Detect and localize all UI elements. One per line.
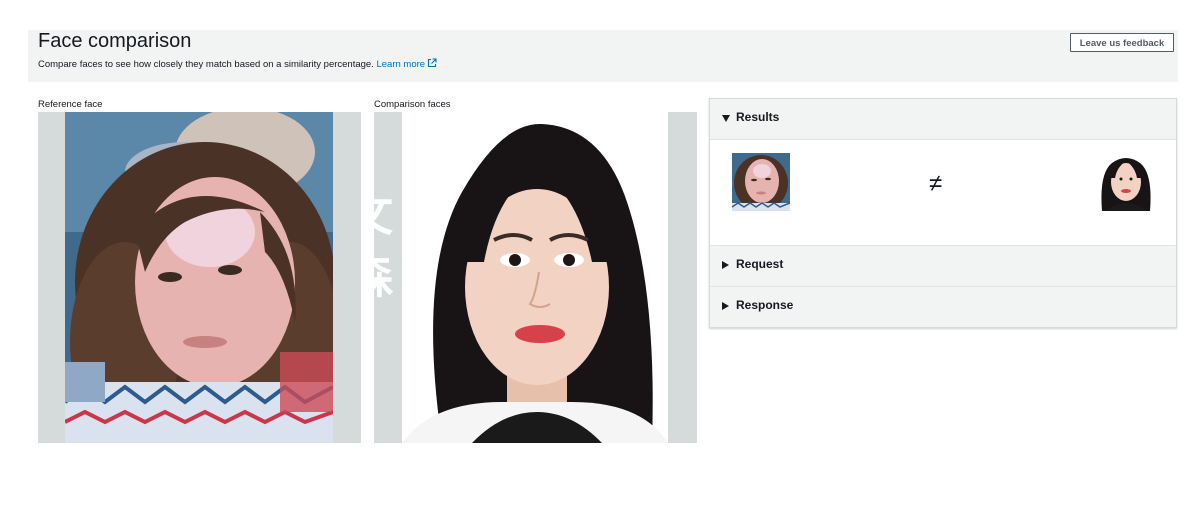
reference-face-photo (65, 112, 333, 443)
results-panel: Results ≠ Request Response (709, 98, 1177, 328)
learn-more-link[interactable]: Learn more (376, 58, 437, 70)
comparison-face-photo (402, 112, 668, 443)
comparison-face-image (402, 112, 668, 443)
reference-face-label: Reference face (38, 99, 103, 110)
comparison-faces-label: Comparison faces (374, 99, 451, 110)
external-link-icon (428, 58, 437, 68)
watermark-text: 文 森 (374, 190, 394, 299)
results-section-label: Results (736, 110, 780, 124)
comparison-thumb-photo (1097, 153, 1155, 211)
results-section-header[interactable]: Results (710, 99, 1176, 139)
comparison-face-thumbnail (1097, 153, 1155, 211)
page-header: Face comparison Compare faces to see how… (28, 30, 1178, 82)
divider (710, 139, 1176, 140)
caret-down-icon (722, 115, 730, 122)
caret-right-icon (722, 302, 729, 310)
request-section-header[interactable]: Request (710, 246, 1176, 286)
request-section-label: Request (736, 257, 784, 271)
comparison-faces-panel[interactable]: 文 森 (374, 112, 697, 443)
reference-thumb-photo (732, 153, 790, 211)
reference-face-image (65, 112, 333, 443)
page-title: Face comparison (38, 30, 192, 52)
leave-feedback-button[interactable]: Leave us feedback (1070, 33, 1174, 52)
reference-face-panel[interactable] (38, 112, 361, 443)
not-equal-icon: ≠ (929, 170, 943, 197)
page-description: Compare faces to see how closely they ma… (38, 58, 437, 70)
caret-right-icon (722, 261, 729, 269)
response-section-header[interactable]: Response (710, 287, 1176, 327)
response-section-label: Response (736, 298, 794, 312)
learn-more-label: Learn more (376, 59, 426, 70)
description-text: Compare faces to see how closely they ma… (38, 59, 374, 70)
reference-face-thumbnail (732, 153, 790, 211)
